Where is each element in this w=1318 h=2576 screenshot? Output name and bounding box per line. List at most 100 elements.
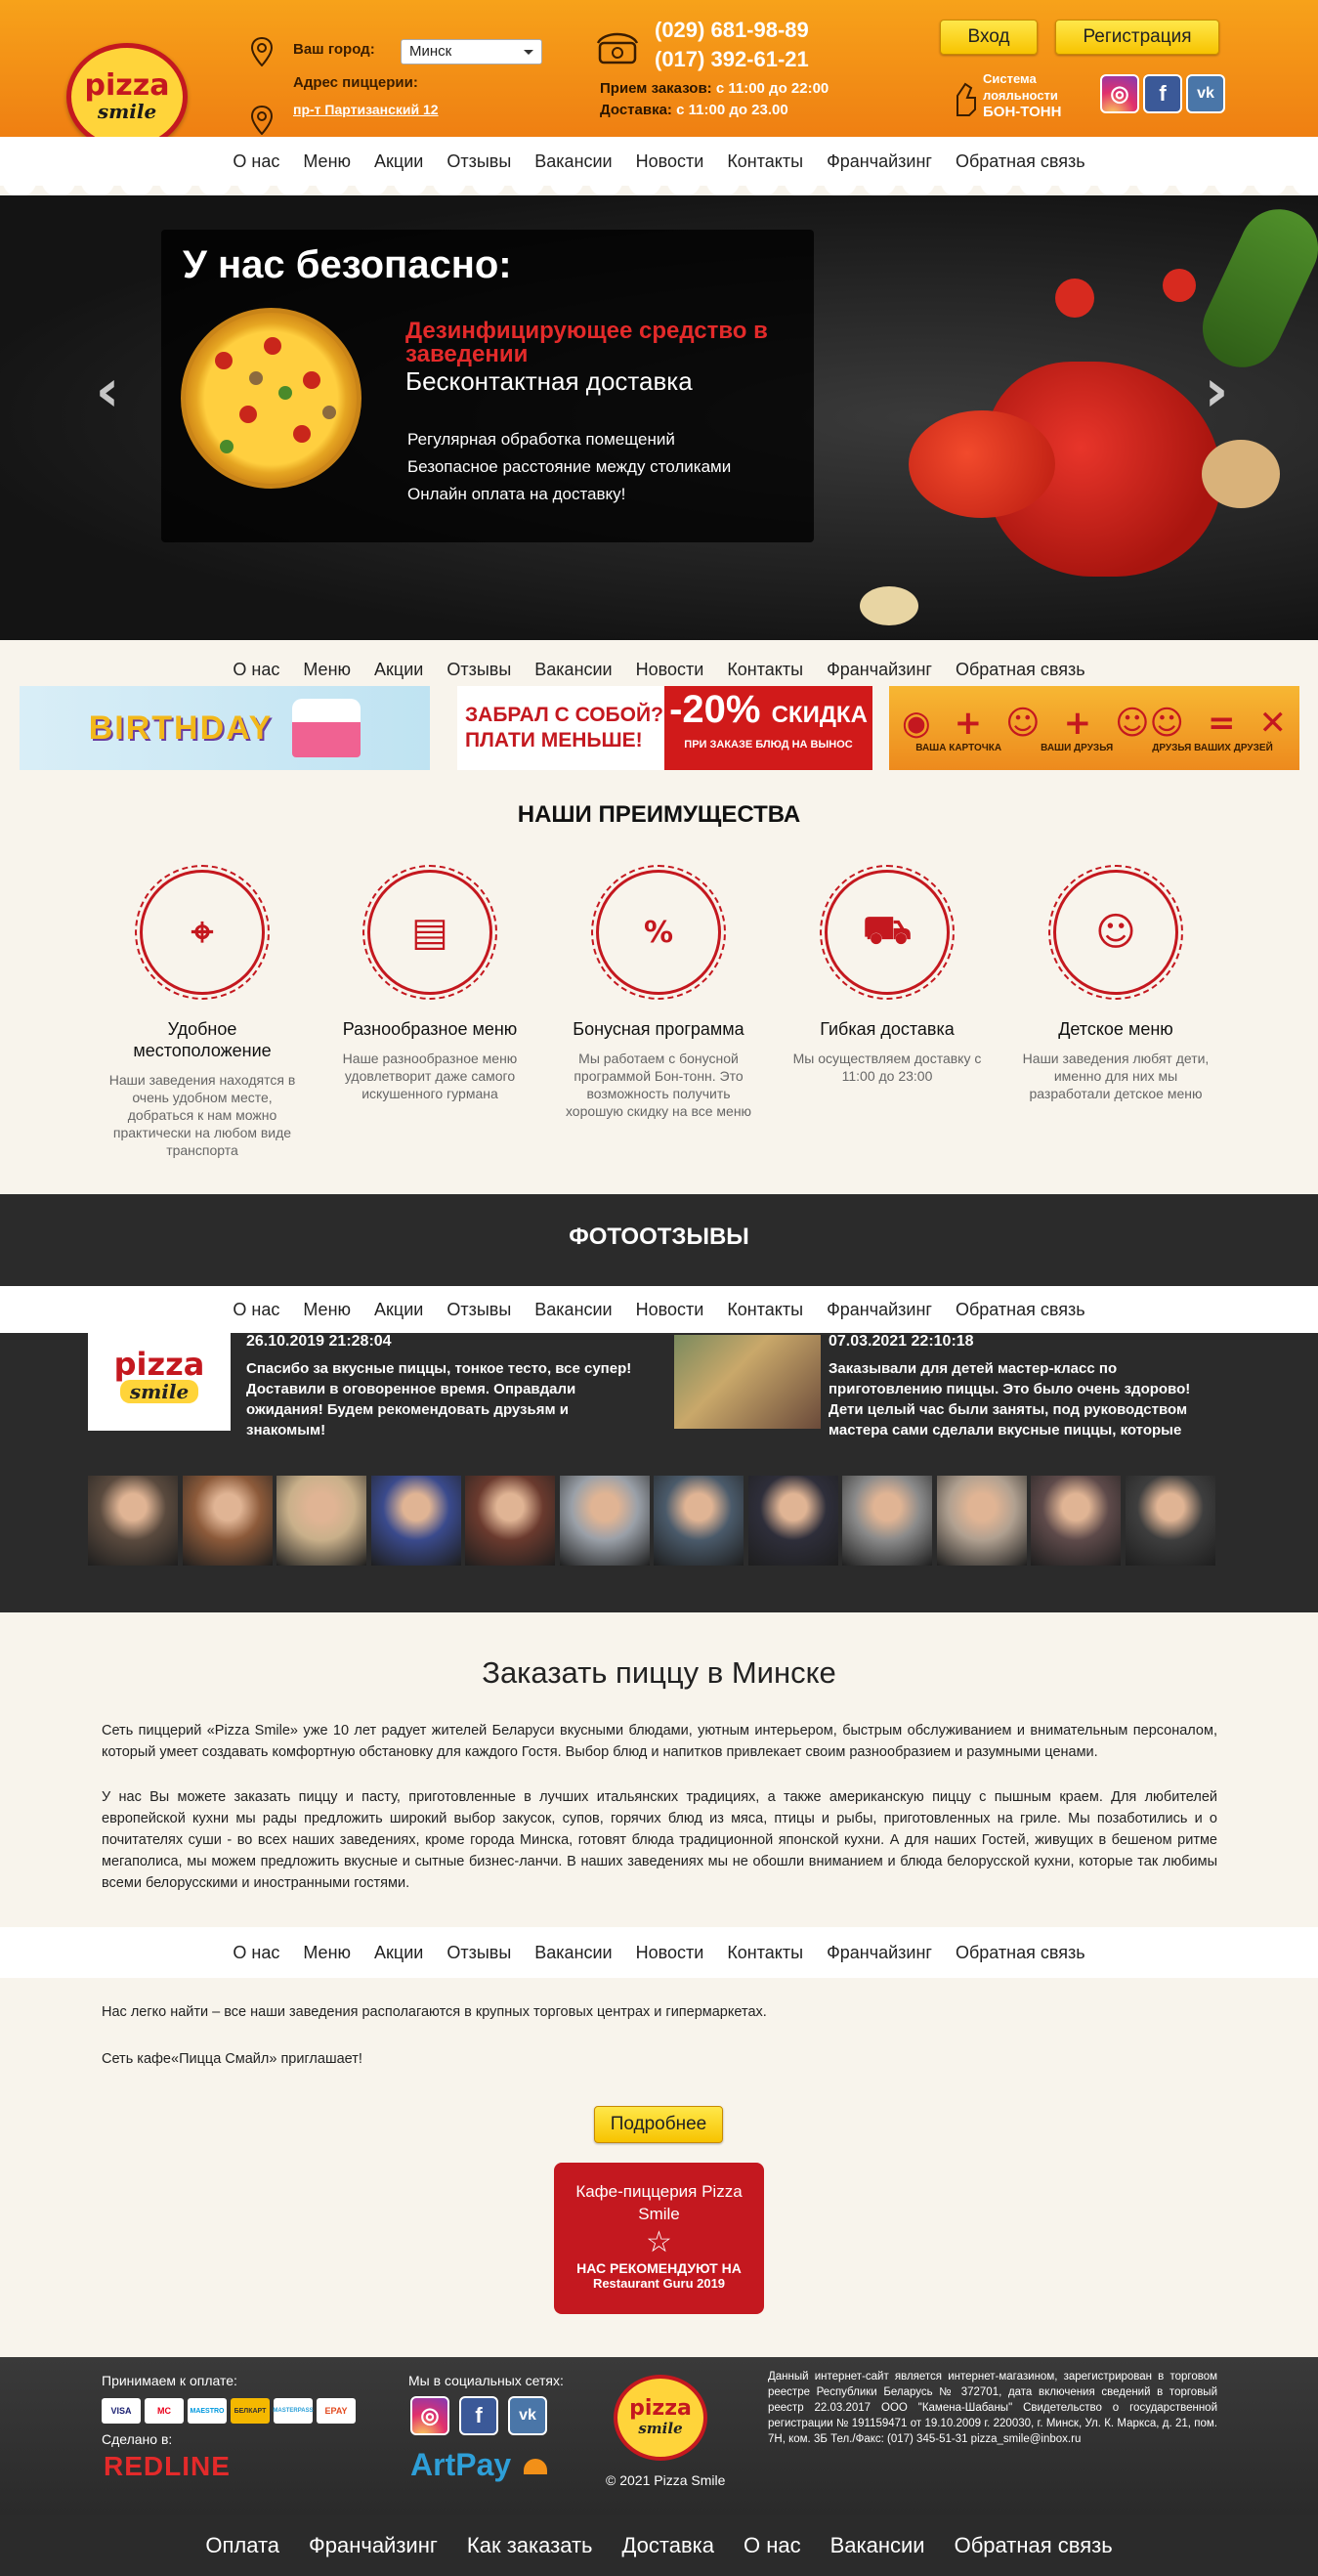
- nav-contacts[interactable]: Контакты: [727, 660, 803, 680]
- photo-thumbnail[interactable]: [88, 1476, 178, 1566]
- epay-icon: EPAY: [317, 2398, 356, 2424]
- facebook-icon[interactable]: f: [459, 2396, 498, 2435]
- footer-nav-payment[interactable]: Оплата: [205, 2533, 279, 2558]
- nav-franchise[interactable]: Франчайзинг: [827, 151, 932, 172]
- photo-reviews-title: ФОТООТЗЫВЫ: [569, 1224, 749, 1250]
- address-link[interactable]: пр-т Партизанский 12: [293, 102, 439, 117]
- nav-vacancies[interactable]: Вакансии: [534, 660, 612, 680]
- nav-news[interactable]: Новости: [636, 660, 704, 680]
- photo-thumbnail[interactable]: [747, 1476, 838, 1566]
- photo-thumbnail[interactable]: [370, 1476, 461, 1566]
- nav-news[interactable]: Новости: [636, 1943, 704, 1963]
- nav-feedback[interactable]: Обратная связь: [956, 660, 1085, 680]
- footer-nav-how-to-order[interactable]: Как заказать: [467, 2533, 593, 2558]
- artpay-logo: ArtPay: [410, 2447, 512, 2482]
- nav-menu[interactable]: Меню: [303, 151, 351, 172]
- facebook-icon[interactable]: f: [1143, 74, 1182, 113]
- photo-thumbnail[interactable]: [182, 1476, 273, 1566]
- review-card[interactable]: 26.10.2019 21:28:04 Спасибо за вкусные п…: [246, 1333, 637, 1440]
- photo-thumbnail[interactable]: [1125, 1476, 1215, 1566]
- takeaway-banner[interactable]: ЗАБРАЛ С СОБОЙ? ПЛАТИ МЕНЬШЕ! -20% СКИДК…: [457, 686, 872, 770]
- footer-nav-vacancies[interactable]: Вакансии: [830, 2533, 925, 2558]
- nav-menu[interactable]: Меню: [303, 1300, 351, 1320]
- nav-promos[interactable]: Акции: [374, 1943, 423, 1963]
- review-date: 07.03.2021 22:10:18: [829, 1333, 974, 1350]
- visa-icon: VISA: [102, 2398, 141, 2424]
- friends-banner[interactable]: ◉ + ☺ + ☺☺ = ✕ ВАША КАРТОЧКА ВАШИ ДРУЗЬЯ ДРУЗЬ…: [889, 686, 1299, 770]
- phone-block: (029) 681-98-89 (017) 392-61-21 Прием за…: [590, 16, 913, 123]
- seo-paragraph: Сеть пиццерий «Pizza Smile» уже 10 лет р…: [102, 1723, 1217, 1760]
- footer-nav-feedback[interactable]: Обратная связь: [955, 2533, 1113, 2558]
- pizza-image: [181, 308, 361, 489]
- nav-reviews[interactable]: Отзывы: [446, 1300, 511, 1320]
- nav-contacts[interactable]: Контакты: [727, 1300, 803, 1320]
- hero-item: Безопасное расстояние между столиками: [407, 457, 732, 476]
- nav-contacts[interactable]: Контакты: [727, 1943, 803, 1963]
- nav-feedback[interactable]: Обратная связь: [956, 151, 1085, 172]
- nav-promos[interactable]: Акции: [374, 660, 423, 680]
- copyright: © 2021 Pizza Smile: [606, 2472, 726, 2488]
- phone-2[interactable]: (017) 392-61-21: [655, 47, 809, 72]
- nav-about[interactable]: О нас: [233, 1300, 279, 1320]
- legal-text: Данный интернет-сайт является интернет-м…: [768, 2371, 1217, 2445]
- nav-vacancies[interactable]: Вакансии: [534, 1300, 612, 1320]
- nav-about[interactable]: О нас: [233, 151, 279, 172]
- nav-contacts[interactable]: Контакты: [727, 151, 803, 172]
- nav-promos[interactable]: Акции: [374, 1300, 423, 1320]
- nav-about[interactable]: О нас: [233, 660, 279, 680]
- nav-reviews[interactable]: Отзывы: [446, 660, 511, 680]
- vk-icon[interactable]: vk: [508, 2396, 547, 2435]
- hero-item: Онлайн оплата на доставку!: [407, 485, 626, 503]
- register-button[interactable]: Регистрация: [1055, 20, 1219, 55]
- review-avatar: pizza smile: [88, 1321, 231, 1431]
- pepper-image: [909, 410, 1055, 518]
- photo-thumbnail[interactable]: [1031, 1476, 1121, 1566]
- nav-vacancies[interactable]: Вакансии: [534, 1943, 612, 1963]
- nav-feedback[interactable]: Обратная связь: [956, 1300, 1085, 1320]
- instagram-icon[interactable]: ◎: [1100, 74, 1139, 113]
- redline-logo[interactable]: REDLINE: [104, 2451, 231, 2482]
- nav-promos[interactable]: Акции: [374, 151, 423, 172]
- footer-nav-franchise[interactable]: Франчайзинг: [309, 2533, 438, 2558]
- footer-logo[interactable]: pizza smile: [614, 2375, 707, 2461]
- nav-feedback[interactable]: Обратная связь: [956, 1943, 1085, 1963]
- more-button[interactable]: Подробнее: [594, 2106, 723, 2143]
- footer-nav-about[interactable]: О нас: [744, 2533, 801, 2558]
- phone-1[interactable]: (029) 681-98-89: [655, 18, 809, 43]
- loyalty-link[interactable]: Система лояльности БОН-ТОНН: [952, 68, 1077, 125]
- birthday-banner[interactable]: BIRTHDAY: [20, 686, 430, 770]
- vk-icon[interactable]: vk: [1186, 74, 1225, 113]
- photo-thumbnail[interactable]: [654, 1476, 744, 1566]
- photo-thumbnail[interactable]: [465, 1476, 555, 1566]
- photo-thumbnail[interactable]: [842, 1476, 932, 1566]
- nav-reviews[interactable]: Отзывы: [446, 151, 511, 172]
- photo-thumbnail[interactable]: [559, 1476, 650, 1566]
- page: { "header": { "logo_top": "pizza", "logo…: [0, 0, 1318, 2576]
- city-value: Минск: [409, 43, 452, 60]
- nav-franchise[interactable]: Франчайзинг: [827, 660, 932, 680]
- review-card[interactable]: 07.03.2021 22:10:18 Заказывали для детей…: [829, 1333, 1200, 1440]
- nav-news[interactable]: Новости: [636, 151, 704, 172]
- nav-about[interactable]: О нас: [233, 1943, 279, 1963]
- tomato-image: [1055, 279, 1094, 318]
- instagram-icon[interactable]: ◎: [410, 2396, 449, 2435]
- photo-thumbnail[interactable]: [276, 1476, 366, 1566]
- restaurant-guru-badge[interactable]: Кафе-пиццерия Pizza Smile ☆ НАС РЕКОМЕНД…: [554, 2163, 764, 2314]
- nav-vacancies[interactable]: Вакансии: [534, 151, 612, 172]
- slider-next-arrow[interactable]: ›: [1192, 352, 1241, 430]
- nav-reviews[interactable]: Отзывы: [446, 1943, 511, 1963]
- slider-prev-arrow[interactable]: ‹: [83, 352, 132, 430]
- footer-nav-delivery[interactable]: Доставка: [622, 2533, 714, 2558]
- photo-thumbnail[interactable]: [936, 1476, 1027, 1566]
- review-text: Спасибо за вкусные пиццы, тонкое тесто, …: [246, 1360, 632, 1438]
- login-button[interactable]: Вход: [940, 20, 1038, 55]
- city-select[interactable]: Минск: [401, 39, 542, 64]
- advantage-item: % Бонусная программа Мы работаем с бонус…: [561, 865, 756, 1120]
- nav-menu[interactable]: Меню: [303, 660, 351, 680]
- nav-menu[interactable]: Меню: [303, 1943, 351, 1963]
- nav-franchise[interactable]: Франчайзинг: [827, 1943, 932, 1963]
- nav-news[interactable]: Новости: [636, 1300, 704, 1320]
- site-header: pizza smile Ваш город: Минск Адрес пицце…: [0, 0, 1318, 150]
- logo[interactable]: pizza smile: [66, 43, 188, 150]
- nav-franchise[interactable]: Франчайзинг: [827, 1300, 932, 1320]
